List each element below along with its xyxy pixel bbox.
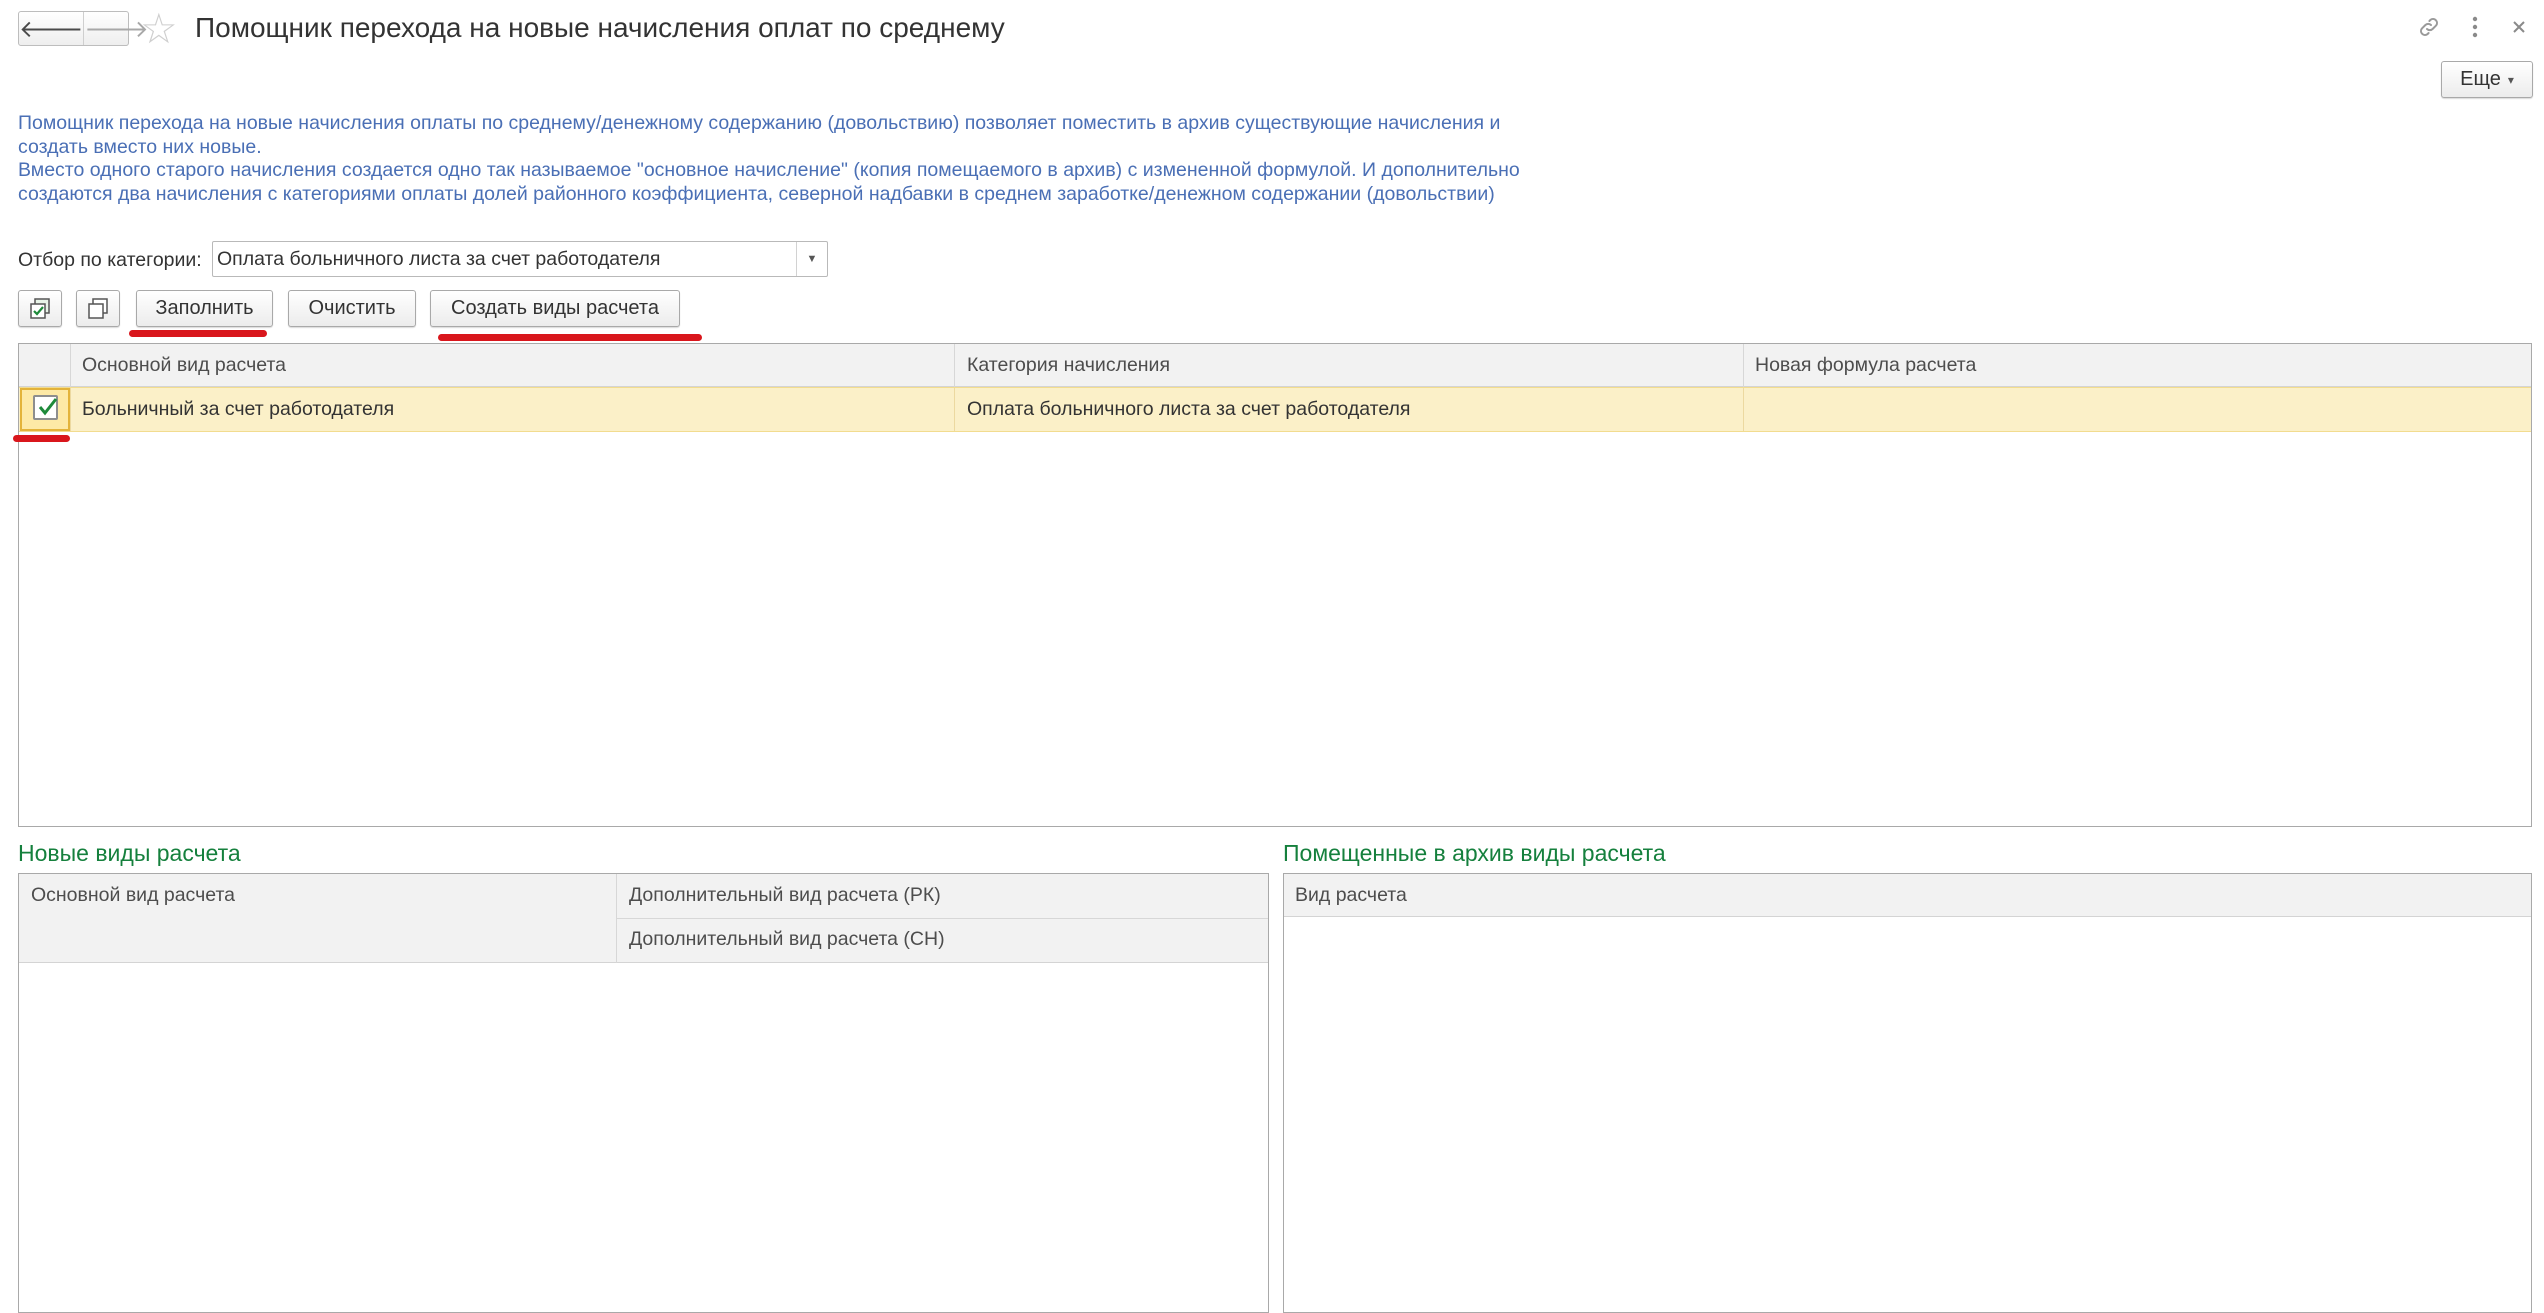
column-header-formula[interactable]: Новая формула расчета — [1755, 354, 1976, 377]
category-filter-field[interactable]: Оплата больничного листа за счет работод… — [212, 241, 828, 277]
main-table: Основной вид расчета Категория начислени… — [18, 343, 2532, 827]
kebab-menu-icon[interactable] — [2460, 10, 2490, 44]
column-header-category[interactable]: Категория начисления — [967, 354, 1170, 377]
back-button[interactable]: 🡐 — [19, 12, 83, 45]
more-button-label: Еще — [2460, 68, 2501, 90]
description-paragraph-1: Помощник перехода на новые начисления оп… — [18, 112, 1501, 158]
table-header: Основной вид расчета Дополнительный вид … — [19, 874, 1268, 963]
page-title: Помощник перехода на новые начисления оп… — [195, 12, 1005, 43]
column-header-type[interactable]: Вид расчета — [1295, 884, 1407, 907]
dropdown-button[interactable]: ▼ — [796, 242, 827, 276]
uncheck-all-icon — [88, 297, 108, 319]
archived-types-title: Помещенные в архив виды расчета — [1283, 840, 1666, 866]
arrow-left-icon: 🡐 — [19, 15, 84, 43]
annotation-underline — [13, 435, 70, 442]
description: Помощник перехода на новые начисления оп… — [18, 112, 1538, 206]
category-filter-value: Оплата больничного листа за счет работод… — [217, 247, 661, 270]
column-header-main-type[interactable]: Основной вид расчета — [31, 884, 235, 907]
filter-label: Отбор по категории: — [18, 249, 202, 271]
create-types-button[interactable]: Создать виды расчета — [430, 290, 680, 327]
cell-category: Оплата больничного листа за счет работод… — [967, 398, 1411, 420]
annotation-underline — [438, 334, 702, 341]
archived-types-table: Вид расчета — [1283, 873, 2532, 1313]
check-all-button[interactable] — [18, 290, 62, 327]
more-button[interactable]: Еще ▾ — [2441, 61, 2533, 98]
checkmark-icon — [38, 398, 58, 416]
column-header-extra-sn[interactable]: Дополнительный вид расчета (СН) — [629, 928, 945, 951]
column-header-extra-rk[interactable]: Дополнительный вид расчета (РК) — [629, 884, 941, 907]
column-header-main-type[interactable]: Основной вид расчета — [82, 354, 286, 377]
chevron-down-icon: ▼ — [806, 253, 818, 265]
clear-button[interactable]: Очистить — [288, 290, 416, 327]
new-types-table: Основной вид расчета Дополнительный вид … — [18, 873, 1269, 1313]
close-icon[interactable] — [2504, 10, 2534, 44]
annotation-underline — [129, 330, 267, 337]
uncheck-all-button[interactable] — [76, 290, 120, 327]
fill-button[interactable]: Заполнить — [136, 290, 273, 327]
cell-main-type: Больничный за счет работодателя — [82, 398, 395, 420]
new-types-title: Новые виды расчета — [18, 840, 241, 866]
check-all-icon — [30, 297, 50, 319]
description-paragraph-2: Вместо одного старого начисления создает… — [18, 159, 1520, 205]
table-header: Основной вид расчета Категория начислени… — [19, 344, 2531, 387]
row-checkbox[interactable] — [33, 395, 58, 420]
forward-button[interactable]: 🡒 — [83, 12, 149, 45]
link-icon[interactable] — [2414, 10, 2444, 44]
star-icon[interactable]: ☆ — [140, 6, 178, 52]
table-row[interactable]: Больничный за счет работодателя Оплата б… — [19, 387, 2531, 432]
table-header: Вид расчета — [1284, 874, 2531, 917]
chevron-down-icon: ▾ — [2507, 72, 2514, 87]
navigation-buttons: 🡐 🡒 — [18, 11, 149, 46]
